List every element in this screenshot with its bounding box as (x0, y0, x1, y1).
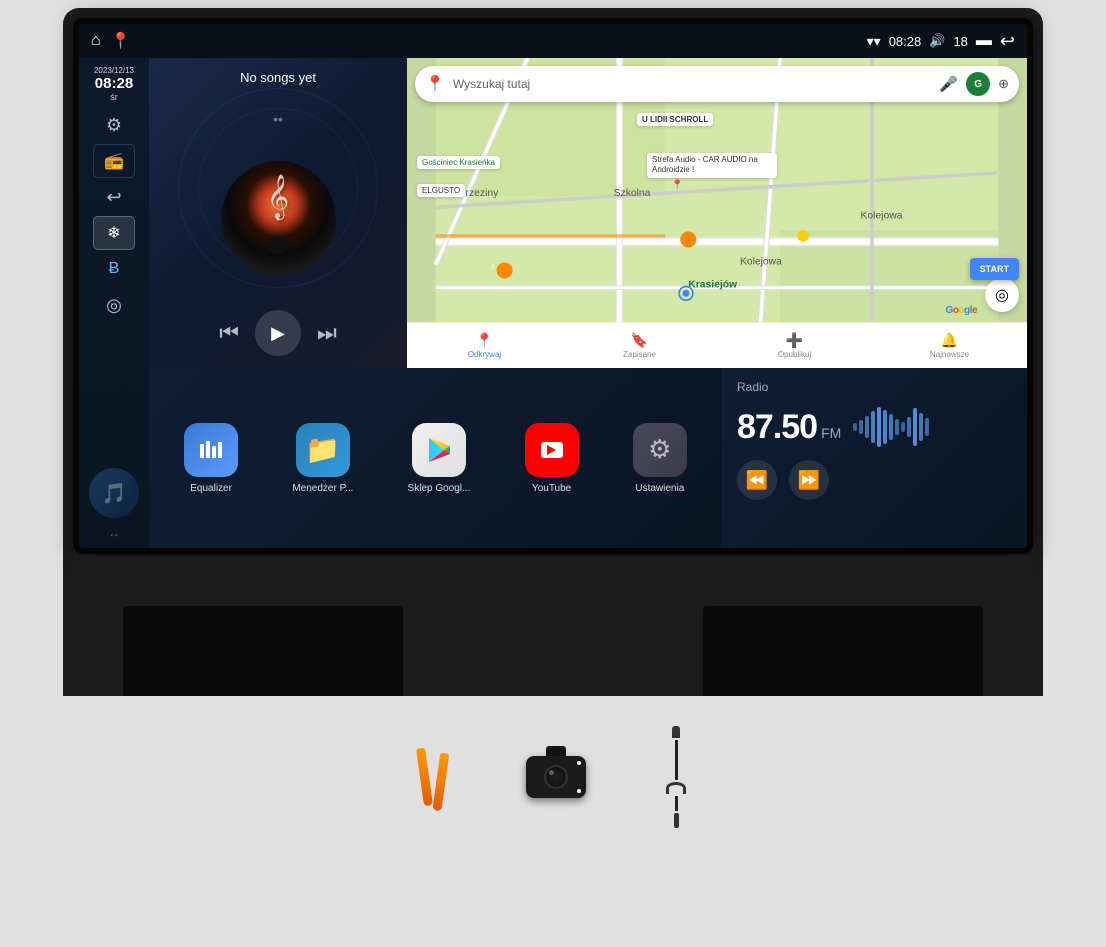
screen: ⌂ 📍 ▾▾ 08:28 🔊 18 ▬ ↩ (79, 24, 1027, 548)
radio-controls: ⏪ ⏩ (737, 460, 1013, 500)
accessories-row (63, 706, 1043, 848)
app-settings-label: Ustawienia (635, 483, 684, 494)
play-button[interactable]: ▶ (255, 310, 301, 356)
volume-level: 18 (953, 34, 967, 49)
radio-panel: Radio 87.50 FM (722, 368, 1027, 548)
app-settings[interactable]: ⚙ Ustawienia (633, 423, 687, 494)
map-search-bar[interactable]: 📍 Wyszukaj tutaj 🎤 G ⊕ (415, 66, 1019, 102)
map-bottom-nav: 📍 Odkrywaj 🔖 Zapisane ➕ (407, 322, 1027, 368)
app-playstore[interactable]: Sklep Googl... (408, 423, 471, 494)
battery-icon: ▬ (976, 32, 992, 50)
map-nav-contribute[interactable]: ➕ Opublikuj (717, 332, 872, 359)
app-playstore-label: Sklep Googl... (408, 483, 471, 494)
music-player: No songs yet •• 𝄞 (149, 58, 407, 368)
map-label-lidii: U LIDII SCHROLL (637, 113, 713, 126)
backup-camera (526, 756, 586, 798)
svg-text:Kolejowa: Kolejowa (861, 211, 903, 222)
sidebar-time: 08:28 (94, 75, 134, 92)
status-time: 08:28 (889, 34, 922, 49)
music-title: No songs yet (240, 70, 316, 85)
status-bar: ⌂ 📍 ▾▾ 08:28 🔊 18 ▬ ↩ (79, 24, 1027, 58)
back-icon[interactable]: ↩ (1000, 31, 1015, 52)
app-files-label: Menedżer P... (292, 483, 353, 494)
sidebar-day: śr (94, 92, 134, 102)
radio-freq-display: 87.50 (737, 408, 817, 447)
svg-text:Szkolna: Szkolna (614, 188, 651, 199)
next-button[interactable]: ⏭ (317, 320, 337, 346)
map-label-elgusto: ELGUSTO (417, 184, 465, 197)
map-nav-updates[interactable]: 🔔 Najnowsze (872, 332, 1027, 359)
radio-rewind-button[interactable]: ⏪ (737, 460, 777, 500)
vent-right (703, 606, 983, 696)
map-locate-button[interactable]: ◎ (985, 278, 1019, 312)
car-unit-frame: ⌂ 📍 ▾▾ 08:28 🔊 18 ▬ ↩ (0, 0, 1106, 947)
volume-icon: 🔊 (929, 33, 945, 49)
pry-tools (420, 748, 446, 806)
svg-text:Krasiejów: Krasiejów (688, 280, 738, 291)
top-row: No songs yet •• 𝄞 (149, 58, 1027, 368)
app-youtube[interactable]: YouTube (525, 423, 579, 494)
map-search-text: Wyszukaj tutaj (453, 77, 931, 91)
map-nav-discover[interactable]: 📍 Odkrywaj (407, 332, 562, 359)
bottom-row: Equalizer 📁 Menedżer P... (149, 368, 1027, 548)
app-equalizer-label: Equalizer (190, 483, 232, 494)
radio-main: 87.50 FM (737, 402, 1013, 452)
content-area: No songs yet •• 𝄞 (149, 58, 1027, 548)
app-equalizer[interactable]: Equalizer (184, 423, 238, 494)
waveform-display (853, 402, 929, 452)
vent-left (123, 606, 403, 696)
radio-button[interactable]: 📻 (93, 144, 135, 178)
car-mount-bottom (73, 556, 1033, 696)
app-files[interactable]: 📁 Menedżer P... (292, 423, 353, 494)
aux-cable (666, 726, 686, 828)
status-bar-left: ⌂ 📍 (91, 31, 131, 51)
wifi-icon: ▾▾ (867, 33, 881, 50)
google-logo: Google (946, 305, 977, 316)
music-controls: ⏮ ▶ ⏭ (219, 310, 337, 356)
prev-button[interactable]: ⏮ (219, 320, 239, 346)
map-nav-saved[interactable]: 🔖 Zapisane (562, 332, 717, 359)
apps-panel: Equalizer 📁 Menedżer P... (149, 368, 722, 548)
map-label-strefa-pin: 📍 (671, 180, 683, 191)
status-bar-right: ▾▾ 08:28 🔊 18 ▬ ↩ (867, 31, 1015, 52)
voice-button[interactable]: 🎵 (89, 468, 139, 518)
home-icon[interactable]: ⌂ (91, 32, 101, 50)
map-layers-icon[interactable]: ⊕ (998, 76, 1009, 92)
location-button[interactable]: ◎ (93, 288, 135, 322)
app-youtube-label: YouTube (532, 483, 571, 494)
map-account-button[interactable]: G (966, 72, 990, 96)
map-label-krasienka: Gościniec Krasieńka (417, 156, 500, 169)
sidebar-drag-handle[interactable]: ↔ (108, 526, 120, 540)
radio-frequency: 87.50 FM (737, 408, 841, 447)
radio-band: FM (821, 425, 841, 441)
map-pin-icon: 📍 (425, 74, 445, 94)
back-button[interactable]: ↩ (93, 180, 135, 214)
bluetooth-button[interactable]: Ƀ (93, 252, 135, 286)
map-start-button[interactable]: START (970, 258, 1019, 280)
radio-label: Radio (737, 380, 1013, 394)
maps-icon[interactable]: 📍 (111, 31, 131, 51)
map-mic-icon[interactable]: 🎤 (939, 75, 958, 93)
sidebar: 2023/12/13 08:28 śr ⚙ 📻 ↩ ❄ Ƀ ◎ 🎵 ↔ (79, 58, 149, 548)
album-art: 𝄞 (221, 161, 336, 276)
map-panel: Brzeziny Szkolna Kolejowa Kolejowa Krasi… (407, 58, 1027, 368)
settings-button[interactable]: ⚙ (93, 108, 135, 142)
car-mount: ⌂ 📍 ▾▾ 08:28 🔊 18 ▬ ↩ (63, 8, 1043, 696)
sidebar-datetime: 2023/12/13 08:28 śr (94, 66, 134, 102)
map-label-strefa: Strefa Audio - CAR AUDIO na Androidzie ! (647, 153, 777, 178)
svg-text:Kolejowa: Kolejowa (740, 257, 782, 268)
svg-text:!: ! (492, 264, 494, 271)
screen-bezel: ⌂ 📍 ▾▾ 08:28 🔊 18 ▬ ↩ (73, 18, 1033, 554)
main-content: 2023/12/13 08:28 śr ⚙ 📻 ↩ ❄ Ƀ ◎ 🎵 ↔ (79, 58, 1027, 548)
music-dots: •• (273, 111, 283, 127)
radio-forward-button[interactable]: ⏩ (789, 460, 829, 500)
freeze-button[interactable]: ❄ (93, 216, 135, 250)
sidebar-date: 2023/12/13 (94, 66, 134, 75)
